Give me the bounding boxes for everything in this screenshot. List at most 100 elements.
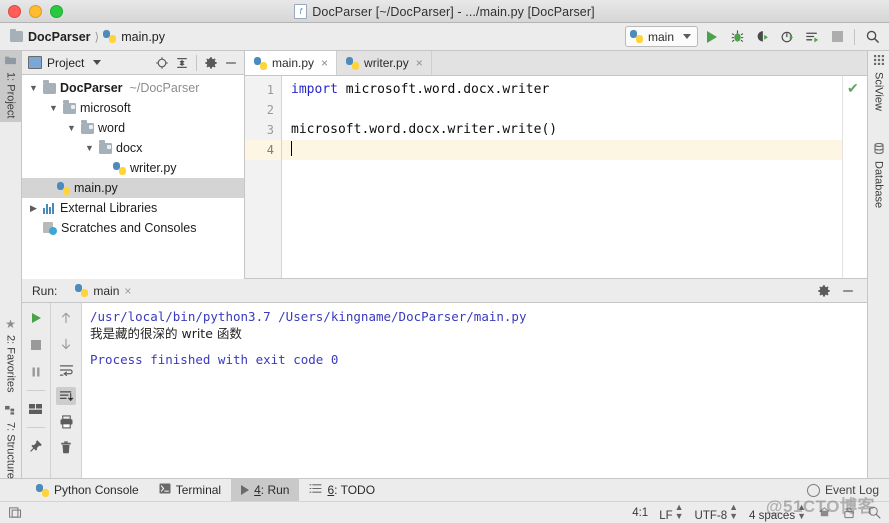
twisty-expanded-icon[interactable]: ▼ <box>84 143 95 153</box>
console-line-output: 我是藏的很深的 write 函数 <box>90 326 242 341</box>
print-button[interactable] <box>56 413 76 431</box>
bottom-item-terminal[interactable]: Terminal <box>149 479 231 501</box>
text-caret <box>291 141 292 156</box>
rerun-button[interactable] <box>26 309 46 327</box>
twisty-expanded-icon[interactable]: ▼ <box>66 123 77 133</box>
pause-button[interactable] <box>26 363 46 381</box>
tab-writer-py[interactable]: writer.py × <box>337 51 432 75</box>
hide-icon[interactable] <box>839 282 857 300</box>
stop-button[interactable] <box>26 336 46 354</box>
console-line-command[interactable]: /usr/local/bin/python3.7 /Users/kingname… <box>90 308 867 325</box>
bottom-item-run[interactable]: 4: Run <box>231 479 300 501</box>
profile-button[interactable] <box>776 26 798 48</box>
window-controls[interactable] <box>0 4 63 18</box>
tree-row-word[interactable]: ▼ word <box>22 118 244 138</box>
clear-all-button[interactable] <box>56 439 76 457</box>
editor-tab-label: writer.py <box>364 56 409 70</box>
right-tool-strip: SciView Database <box>867 51 889 478</box>
tree-row-docx[interactable]: ▼ docx <box>22 138 244 158</box>
twisty-expanded-icon[interactable]: ▼ <box>28 83 39 93</box>
sidebar-item-sciview[interactable]: SciView <box>868 51 889 115</box>
scratches-icon <box>43 221 57 235</box>
tree-row-scratches-and-consoles[interactable]: Scratches and Consoles <box>22 218 244 238</box>
breadcrumb-project[interactable]: DocParser <box>10 28 91 44</box>
tree-row-external-libraries[interactable]: ▶ External Libraries <box>22 198 244 218</box>
run-with-coverage-button[interactable] <box>751 26 773 48</box>
run-with-console-button[interactable] <box>801 26 823 48</box>
tree-label: microsoft <box>80 101 131 115</box>
next-occurrence-button[interactable] <box>56 335 76 353</box>
twisty-expanded-icon[interactable]: ▼ <box>48 103 59 113</box>
close-icon[interactable]: × <box>416 56 423 70</box>
package-folder-icon <box>81 120 94 134</box>
inspection-status-icon[interactable]: ✔ <box>847 81 859 95</box>
tab-main-py[interactable]: main.py × <box>245 51 338 75</box>
run-button[interactable] <box>701 26 723 48</box>
twisty-collapsed-icon[interactable]: ▶ <box>28 203 39 214</box>
settings-gear-icon[interactable] <box>815 282 833 300</box>
inspection-icon[interactable] <box>867 506 881 520</box>
hide-icon[interactable] <box>222 54 240 72</box>
pin-button[interactable] <box>26 437 46 455</box>
file-encoding[interactable]: UTF-8▲ ▼ <box>695 503 739 523</box>
line-number: 3 <box>266 123 274 137</box>
close-icon[interactable]: × <box>124 284 131 298</box>
stepper-icon: ▲ ▼ <box>797 502 806 521</box>
toggle-window-icon[interactable] <box>8 506 22 520</box>
main-area: 1: Project ★ 2: Favorites 7: Structure P… <box>0 51 889 479</box>
run-coverage-icon <box>757 31 768 42</box>
tree-row-main-py[interactable]: main.py <box>22 178 244 198</box>
close-window-button[interactable] <box>8 4 21 18</box>
soft-wrap-icon <box>59 364 73 376</box>
sidebar-item-project[interactable]: 1: Project <box>0 51 21 123</box>
todo-list-icon <box>309 483 323 497</box>
bottom-item-todo[interactable]: 6: TODO <box>299 479 385 501</box>
tree-label: docx <box>116 141 143 155</box>
code-editor[interactable]: 1 2 3 4 import microsoft.word.docx.write… <box>245 76 867 279</box>
debug-button[interactable] <box>726 26 748 48</box>
maximize-window-button[interactable] <box>50 4 63 18</box>
sidebar-item-structure[interactable]: 7: Structure <box>0 401 21 483</box>
sidebar-item-database[interactable]: Database <box>868 139 889 212</box>
tree-row-writer-py[interactable]: writer.py <box>22 158 244 178</box>
grid-icon <box>873 55 884 68</box>
run-console-output[interactable]: /usr/local/bin/python3.7 /Users/kingname… <box>82 303 867 478</box>
caret-position[interactable]: 4:1 <box>632 507 648 519</box>
lock-icon[interactable] <box>842 506 856 520</box>
project-tree: ▼ DocParser ~/DocParser ▼ microsoft ▼ wo… <box>22 75 244 279</box>
bottom-item-label: 4: Run <box>254 483 290 497</box>
scroll-to-end-button[interactable] <box>56 387 76 405</box>
minimize-window-button[interactable] <box>29 4 42 18</box>
search-everywhere-button[interactable] <box>861 26 883 48</box>
terminal-icon <box>159 483 171 497</box>
run-configuration-selector[interactable]: main <box>624 26 698 47</box>
code-line-4 <box>282 140 842 160</box>
stop-button[interactable] <box>826 26 848 48</box>
collapse-all-icon[interactable] <box>173 54 191 72</box>
code-line-1: import microsoft.word.docx.writer <box>282 80 842 100</box>
play-triangle-icon <box>241 485 250 495</box>
code-text[interactable]: import microsoft.word.docx.writer micros… <box>282 76 842 278</box>
event-log-area[interactable]: Event Log <box>806 479 889 501</box>
locate-icon[interactable] <box>153 54 171 72</box>
tree-row-microsoft[interactable]: ▼ microsoft <box>22 98 244 118</box>
sidebar-item-favorites[interactable]: ★ 2: Favorites <box>0 313 21 396</box>
line-separator[interactable]: LF▲ ▼ <box>659 503 683 523</box>
bottom-item-python-console[interactable]: Python Console <box>26 479 149 501</box>
indent-setting[interactable]: 4 spaces▲ ▼ <box>749 502 806 523</box>
editor-marker-bar[interactable]: ✔ <box>842 76 867 278</box>
run-tab-main[interactable]: main × <box>75 284 131 298</box>
toolbar-divider <box>27 390 45 391</box>
tree-row-project-root[interactable]: ▼ DocParser ~/DocParser <box>22 78 244 98</box>
chevron-down-icon[interactable] <box>93 60 102 65</box>
python-file-icon <box>254 56 267 70</box>
structure-icon <box>5 405 16 418</box>
close-icon[interactable]: × <box>321 56 328 70</box>
soft-wrap-button[interactable] <box>56 361 76 379</box>
breadcrumb-file[interactable]: main.py <box>103 30 165 44</box>
branch-icon[interactable] <box>817 506 831 520</box>
layout-button[interactable] <box>26 400 46 418</box>
prev-occurrence-button[interactable] <box>56 309 76 327</box>
settings-gear-icon[interactable] <box>202 54 220 72</box>
